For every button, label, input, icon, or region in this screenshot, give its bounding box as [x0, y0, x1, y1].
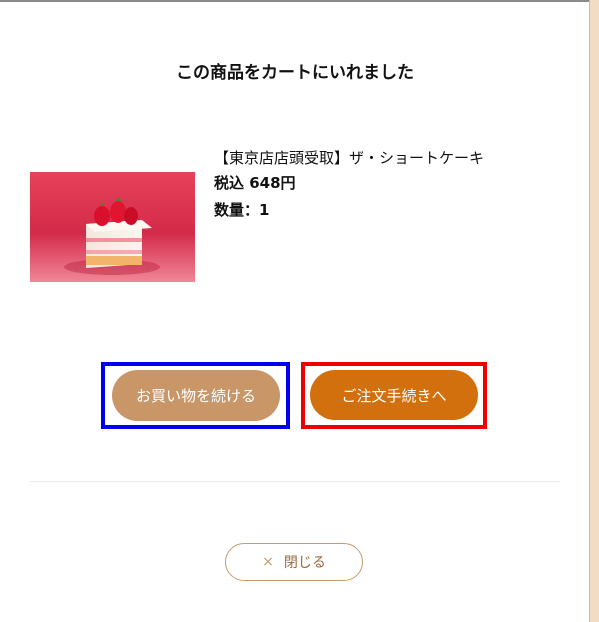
product-info: 【東京店店頭受取】ザ・ショートケーキ 税込 648円 数量：1 — [214, 146, 484, 224]
window-top-border — [0, 0, 599, 2]
section-divider — [30, 481, 560, 482]
checkout-button[interactable]: ご注文手続きへ — [310, 370, 478, 420]
product-name: 【東京店店頭受取】ザ・ショートケーキ — [214, 149, 485, 167]
product-image — [30, 172, 195, 282]
strawberry-shortcake-photo — [30, 172, 195, 282]
close-button[interactable]: × 閉じる — [225, 543, 363, 581]
product-quantity: 数量：1 — [214, 201, 270, 219]
close-button-label: 閉じる — [283, 555, 326, 571]
close-icon: × — [262, 554, 274, 570]
continue-shopping-button[interactable]: お買い物を続ける — [112, 370, 280, 421]
page-edge-strip — [590, 0, 599, 622]
modal-title: この商品をカートにいれました — [176, 63, 414, 83]
product-price: 税込 648円 — [214, 174, 296, 192]
